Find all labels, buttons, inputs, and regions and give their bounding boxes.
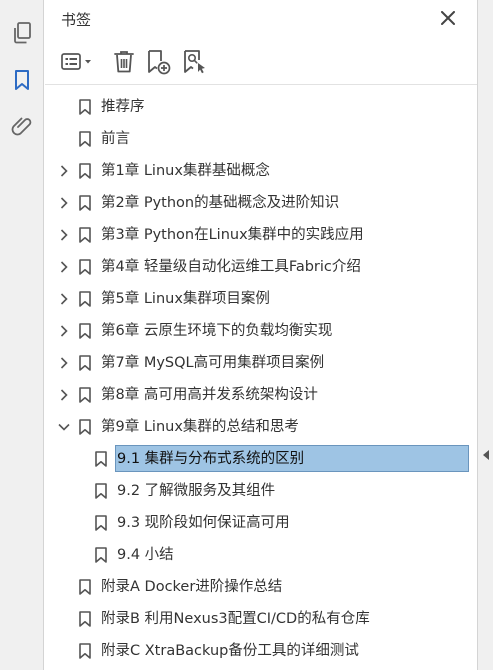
bookmark-item[interactable]: 第3章 Python在Linux集群中的实践应用 <box>45 219 477 251</box>
bookmark-subitem[interactable]: 9.4 小结 <box>45 539 477 571</box>
chevron-right-icon[interactable] <box>57 388 71 402</box>
chevron-down-icon[interactable] <box>57 420 71 434</box>
bookmark-icon <box>78 291 92 307</box>
bookmark-label: 第1章 Linux集群基础概念 <box>101 163 270 179</box>
chevron-right-icon[interactable] <box>57 292 71 306</box>
bookmark-icon <box>94 451 108 467</box>
bookmark-icon <box>78 643 92 659</box>
bookmark-label: 9.1 集群与分布式系统的区别 <box>117 451 305 467</box>
bookmarks-toolbar <box>45 46 477 80</box>
bookmark-label: 第6章 云原生环境下的负载均衡实现 <box>101 323 333 339</box>
panel-splitter[interactable] <box>477 0 493 670</box>
chevron-right-icon[interactable] <box>57 324 71 338</box>
bookmark-label: 附录C XtraBackup备份工具的详细测试 <box>101 643 359 659</box>
chevron-right-icon[interactable] <box>57 260 71 274</box>
bookmark-label: 推荐序 <box>101 99 145 115</box>
chevron-right-icon[interactable] <box>57 356 71 370</box>
list-options-icon <box>61 53 91 70</box>
bookmark-item[interactable]: 第2章 Python的基础概念及进阶知识 <box>45 187 477 219</box>
bookmark-icon <box>15 70 29 90</box>
attachments-button[interactable] <box>8 111 36 139</box>
bookmark-label: 第3章 Python在Linux集群中的实践应用 <box>101 227 364 243</box>
pages-icon <box>14 22 31 44</box>
bookmark-icon <box>78 195 92 211</box>
bookmark-subitem[interactable]: 9.2 了解微服务及其组件 <box>45 475 477 507</box>
bookmark-add-icon <box>148 50 171 75</box>
bookmark-label: 第9章 Linux集群的总结和思考 <box>101 419 299 435</box>
bookmark-item[interactable]: 附录B 利用Nexus3配置CI/CD的私有仓库 <box>45 603 477 635</box>
bookmark-label: 9.2 了解微服务及其组件 <box>117 483 276 499</box>
bookmark-item[interactable]: 第7章 MySQL高可用集群项目案例 <box>45 347 477 379</box>
bookmarks-button[interactable] <box>8 66 36 94</box>
bookmark-item[interactable]: 附录C XtraBackup备份工具的详细测试 <box>45 635 477 667</box>
bookmark-icon <box>78 611 92 627</box>
close-panel-button[interactable] <box>438 8 458 28</box>
bookmark-item[interactable]: 第8章 高可用高并发系统架构设计 <box>45 379 477 411</box>
bookmarks-panel: 书签 推荐序 前言 第1章 Linux集群基础概念 第2章 Python的基础概… <box>45 0 477 670</box>
close-icon <box>441 11 455 25</box>
bookmark-icon <box>78 323 92 339</box>
pages-button[interactable] <box>8 19 36 47</box>
bookmark-label: 前言 <box>101 131 130 147</box>
bookmark-label: 第5章 Linux集群项目案例 <box>101 291 270 307</box>
find-bookmark-button[interactable] <box>179 46 209 78</box>
bookmark-label: 附录A Docker进阶操作总结 <box>101 579 283 595</box>
bookmark-label: 第4章 轻量级自动化运维工具Fabric介绍 <box>101 259 361 275</box>
bookmark-item[interactable]: 推荐序 <box>45 91 477 123</box>
bookmark-item[interactable]: 附录A Docker进阶操作总结 <box>45 571 477 603</box>
bookmark-subitem[interactable]: 9.1 集群与分布式系统的区别 <box>45 443 477 475</box>
panel-title: 书签 <box>61 11 92 29</box>
bookmark-icon <box>78 163 92 179</box>
bookmark-label: 9.4 小结 <box>117 547 174 563</box>
bookmark-icon <box>78 579 92 595</box>
collapse-panel-arrow-icon[interactable] <box>483 450 489 460</box>
panel-header: 书签 <box>45 0 477 38</box>
chevron-right-icon[interactable] <box>57 228 71 242</box>
bookmark-label: 第8章 高可用高并发系统架构设计 <box>101 387 318 403</box>
bookmark-item[interactable]: 第5章 Linux集群项目案例 <box>45 283 477 315</box>
chevron-right-icon[interactable] <box>57 196 71 210</box>
bookmark-item[interactable]: 前言 <box>45 123 477 155</box>
bookmark-item[interactable]: 第4章 轻量级自动化运维工具Fabric介绍 <box>45 251 477 283</box>
navigation-sidebar <box>0 0 44 670</box>
bookmark-subitem[interactable]: 9.3 现阶段如何保证高可用 <box>45 507 477 539</box>
delete-bookmark-button[interactable] <box>109 46 139 78</box>
bookmark-icon <box>78 419 92 435</box>
bookmark-icon <box>94 515 108 531</box>
bookmark-icon <box>78 99 92 115</box>
bookmark-item[interactable]: 第1章 Linux集群基础概念 <box>45 155 477 187</box>
bookmark-icon <box>78 259 92 275</box>
bookmark-icon <box>78 387 92 403</box>
bookmark-label: 9.3 现阶段如何保证高可用 <box>117 515 290 531</box>
bookmark-icon <box>78 227 92 243</box>
bookmark-label: 第2章 Python的基础概念及进阶知识 <box>101 195 340 211</box>
bookmark-label: 附录B 利用Nexus3配置CI/CD的私有仓库 <box>101 611 370 627</box>
bookmark-item[interactable]: 第6章 云原生环境下的负载均衡实现 <box>45 315 477 347</box>
attachment-icon <box>11 117 32 136</box>
bookmark-icon <box>78 355 92 371</box>
toolbar-divider <box>45 84 477 85</box>
bookmark-icon <box>94 547 108 563</box>
bookmark-label: 第7章 MySQL高可用集群项目案例 <box>101 355 325 371</box>
bookmark-search-icon <box>184 50 205 74</box>
chevron-right-icon[interactable] <box>57 164 71 178</box>
trash-icon <box>114 51 134 73</box>
bookmark-icon <box>94 483 108 499</box>
new-bookmark-button[interactable] <box>143 46 173 78</box>
bookmark-icon <box>78 131 92 147</box>
options-menu-button[interactable] <box>59 46 97 78</box>
bookmark-item[interactable]: 第9章 Linux集群的总结和思考 <box>45 411 477 443</box>
